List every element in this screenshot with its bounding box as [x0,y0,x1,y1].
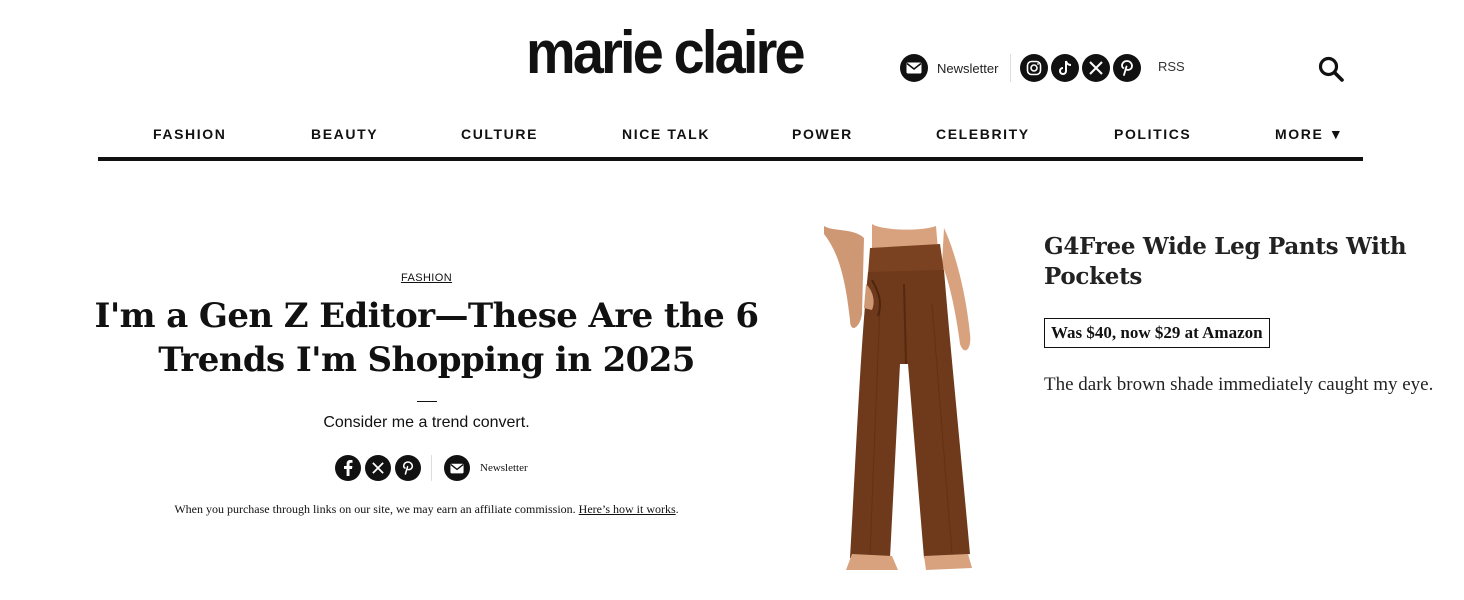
nav-item-politics[interactable]: POLITICS [1114,126,1191,142]
nav-item-fashion[interactable]: FASHION [153,126,226,142]
price-button[interactable]: Was $40, now $29 at Amazon [1044,318,1270,348]
nav-item-beauty[interactable]: BEAUTY [311,126,378,142]
nav-item-celebrity[interactable]: CELEBRITY [936,126,1030,142]
affiliate-disclosure: When you purchase through links on our s… [0,502,853,517]
share-newsletter-label[interactable]: Newsletter [480,462,528,474]
nav-item-culture[interactable]: CULTURE [461,126,538,142]
social-links [1020,54,1141,82]
product-image[interactable] [820,224,980,572]
tiktok-icon[interactable] [1051,54,1079,82]
category-link[interactable]: FASHION [401,272,452,284]
product-title[interactable]: G4Free Wide Leg Pants With Pockets [1044,232,1444,292]
search-icon [1317,55,1345,88]
affiliate-text: When you purchase through links on our s… [174,502,576,516]
search-button[interactable] [1314,54,1348,88]
pinterest-icon[interactable] [1113,54,1141,82]
nav-item-more[interactable]: MORE ▼ [1275,126,1344,142]
main-nav: FASHION BEAUTY CULTURE NICE TALK POWER C… [98,116,1363,150]
header-divider [1010,54,1011,82]
header-newsletter-link[interactable]: Newsletter [900,54,998,82]
mail-icon [900,54,928,82]
share-divider [431,455,432,481]
newsletter-label: Newsletter [937,60,999,76]
share-bar: Newsletter [335,455,528,481]
x-icon[interactable] [1082,54,1110,82]
headline-rule [417,401,437,402]
affiliate-end: . [675,502,679,516]
article-headline: I'm a Gen Z Editor—These Are the 6 Trend… [94,296,760,380]
site-logo[interactable]: marie claire [526,20,809,86]
x-icon[interactable] [365,455,391,481]
mail-icon[interactable] [444,455,470,481]
facebook-icon[interactable] [335,455,361,481]
nav-item-nice-talk[interactable]: NICE TALK [622,126,710,142]
category-kicker: FASHION [0,272,853,284]
rss-link[interactable]: RSS [1158,59,1185,74]
article-dek: Consider me a trend convert. [323,414,530,431]
nav-item-power[interactable]: POWER [792,126,853,142]
affiliate-how-it-works-link[interactable]: Here’s how it works [579,502,676,516]
product-description: The dark brown shade immediately caught … [1044,374,1434,395]
instagram-icon[interactable] [1020,54,1048,82]
pinterest-icon[interactable] [395,455,421,481]
nav-divider [98,157,1363,161]
